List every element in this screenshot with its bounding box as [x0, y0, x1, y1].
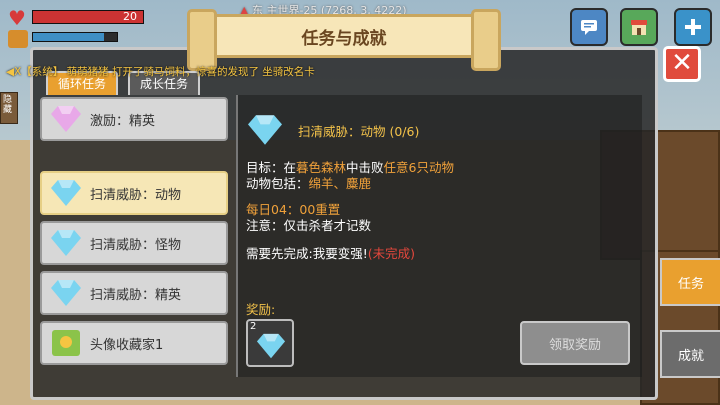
task-label: 扫清威胁：动物	[90, 187, 182, 203]
task-detail-panel: 扫清威胁：动物 (0/6) 目标：在暮色森林中击败任意6只动物 动物包括：绵羊、…	[236, 95, 642, 377]
animals-prefix: 动物包括：	[246, 176, 309, 191]
chat-icon	[581, 20, 597, 35]
gem-icon	[51, 180, 81, 206]
gem-icon	[51, 106, 81, 132]
task-label: 激励：精英	[90, 113, 156, 129]
task-label: 扫清威胁：怪物	[90, 237, 182, 253]
task-animals: 动物包括：绵羊、麋鹿	[246, 173, 371, 192]
gem-icon	[256, 333, 286, 359]
reward-slot[interactable]: 2	[246, 319, 294, 367]
task-label: 扫清威胁：精英	[90, 287, 182, 303]
nav-tasks[interactable]: 任务	[660, 258, 720, 306]
dialog-title: 任务与成就	[301, 28, 387, 49]
prereq-text: 需要先完成:我要变强!	[246, 246, 368, 261]
task-list-item[interactable]: 头像收藏家1	[40, 321, 228, 365]
hunger-bar-fill	[33, 33, 105, 41]
system-message: ◀X【系统】 萌萌猪猪 打开了骑马饲料，惊喜的发现了 坐骑改名卡	[6, 66, 315, 78]
add-button[interactable]	[674, 8, 712, 46]
task-list: 激励：精英 扫清威胁：动物 扫清威胁：怪物 扫清威胁：精英 头像收藏家1	[36, 95, 232, 375]
heart-icon: ♥	[8, 6, 26, 30]
health-bar: 20	[32, 10, 144, 24]
task-title: 扫清威胁：动物 (0/6)	[298, 124, 420, 139]
close-icon: ✕	[671, 48, 693, 78]
task-list-item[interactable]: 激励：精英	[40, 97, 228, 141]
hunger-bar	[32, 32, 118, 42]
add-icon	[685, 19, 701, 35]
goal-target: 任意6只动物	[383, 160, 454, 175]
nav-achievements[interactable]: 成就	[660, 330, 720, 378]
chat-button[interactable]	[570, 8, 608, 46]
gem-icon	[51, 230, 81, 256]
claim-reward-button[interactable]: 领取奖励	[520, 321, 630, 365]
health-value: 20	[123, 10, 137, 23]
map-icon	[52, 330, 80, 356]
gem-icon	[51, 280, 81, 306]
dialog-title-banner: 任务与成就	[187, 9, 501, 71]
task-list-item[interactable]: 扫清威胁：怪物	[40, 221, 228, 265]
shop-icon	[631, 20, 647, 35]
task-list-item-selected[interactable]: 扫清威胁：动物	[40, 171, 228, 215]
shop-button[interactable]	[620, 8, 658, 46]
animals-list: 绵羊、麋鹿	[308, 176, 372, 191]
reward-label: 奖励:	[246, 302, 276, 317]
close-button[interactable]: ✕	[663, 46, 701, 82]
task-label: 头像收藏家1	[90, 337, 164, 353]
food-icon	[8, 30, 28, 48]
prereq-status: (未完成)	[367, 246, 415, 261]
task-prereq: 需要先完成:我要变强!(未完成)	[246, 243, 415, 262]
gem-icon	[248, 115, 282, 145]
task-note: 注意：仅击杀者才记数	[246, 218, 372, 233]
task-list-item[interactable]: 扫清威胁：精英	[40, 271, 228, 315]
hide-side-tab[interactable]: 隐藏	[0, 92, 18, 124]
